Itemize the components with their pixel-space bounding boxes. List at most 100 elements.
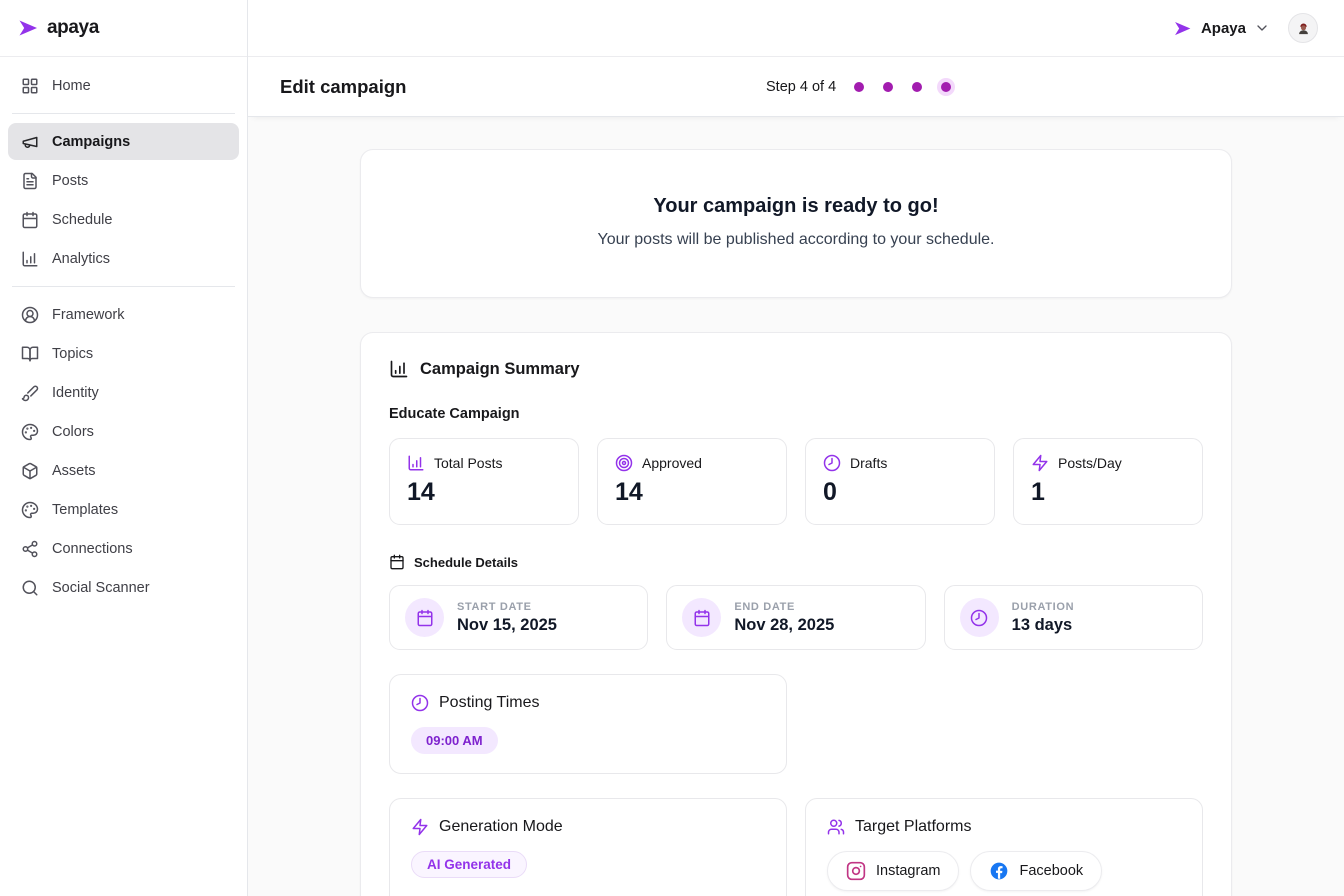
page-title: Edit campaign bbox=[280, 76, 406, 98]
book-icon bbox=[21, 345, 39, 363]
bottom-grid: Posting Times 09:00 AM bbox=[389, 674, 1203, 774]
topbar: Apaya bbox=[248, 0, 1344, 57]
clock-icon bbox=[411, 694, 429, 712]
stat-label: Approved bbox=[642, 455, 702, 471]
summary-header: Campaign Summary bbox=[389, 359, 1203, 379]
sidebar-item-label: Analytics bbox=[52, 251, 110, 267]
target-platforms-box: Target Platforms Instagram Facebook bbox=[805, 798, 1203, 896]
sidebar-item-campaigns[interactable]: Campaigns bbox=[8, 123, 239, 160]
instagram-icon bbox=[846, 861, 866, 881]
sidebar-item-analytics[interactable]: Analytics bbox=[8, 240, 239, 277]
facebook-icon bbox=[989, 861, 1009, 881]
sidebar-item-label: Framework bbox=[52, 307, 125, 323]
sidebar-item-label: Connections bbox=[52, 541, 133, 557]
calendar-icon bbox=[21, 211, 39, 229]
stat-value: 0 bbox=[823, 478, 977, 507]
schedule-details-title: Schedule Details bbox=[414, 555, 518, 570]
sidebar-nav: Home Campaigns Posts Schedule Analytics bbox=[0, 57, 247, 618]
sidebar-item-social-scanner[interactable]: Social Scanner bbox=[8, 569, 239, 606]
zap-icon bbox=[1031, 454, 1049, 472]
sidebar-item-posts[interactable]: Posts bbox=[8, 162, 239, 199]
share-icon bbox=[21, 540, 39, 558]
sidebar-item-topics[interactable]: Topics bbox=[8, 335, 239, 372]
platform-pill-instagram[interactable]: Instagram bbox=[827, 851, 959, 891]
ai-generated-badge: AI Generated bbox=[411, 851, 527, 878]
step-dot-2 bbox=[883, 82, 893, 92]
step-text: Step 4 of 4 bbox=[766, 79, 836, 95]
sidebar-item-identity[interactable]: Identity bbox=[8, 374, 239, 411]
user-photo-icon bbox=[1296, 21, 1311, 36]
sidebar-item-home[interactable]: Home bbox=[8, 67, 239, 104]
megaphone-icon bbox=[21, 133, 39, 151]
chart-icon bbox=[407, 454, 425, 472]
mode-platform-grid: Generation Mode AI Generated Target Plat… bbox=[389, 798, 1203, 896]
date-value: Nov 28, 2025 bbox=[734, 616, 834, 635]
end-date-box: END DATE Nov 28, 2025 bbox=[666, 585, 925, 650]
summary-title: Campaign Summary bbox=[420, 360, 580, 379]
platform-label: Instagram bbox=[876, 863, 940, 879]
date-value: 13 days bbox=[1012, 616, 1075, 635]
sidebar-item-label: Posts bbox=[52, 173, 88, 189]
date-label: DURATION bbox=[1012, 601, 1075, 613]
stat-label: Drafts bbox=[850, 455, 887, 471]
sidebar-item-colors[interactable]: Colors bbox=[8, 413, 239, 450]
content-scroll-area[interactable]: Your campaign is ready to go! Your posts… bbox=[248, 117, 1344, 896]
sidebar-item-label: Colors bbox=[52, 424, 94, 440]
main-area: Apaya Edit campaign Step 4 of 4 Your ca bbox=[248, 0, 1344, 896]
posting-times-box: Posting Times 09:00 AM bbox=[389, 674, 787, 774]
sidebar-item-connections[interactable]: Connections bbox=[8, 530, 239, 567]
sidebar-item-label: Topics bbox=[52, 346, 93, 362]
step-dot-3 bbox=[912, 82, 922, 92]
brand-name: apaya bbox=[47, 17, 99, 39]
stat-label: Posts/Day bbox=[1058, 455, 1122, 471]
palette-icon bbox=[21, 501, 39, 519]
search-icon bbox=[21, 579, 39, 597]
chevron-down-icon bbox=[1254, 20, 1270, 36]
avatar[interactable] bbox=[1288, 13, 1318, 43]
ready-card: Your campaign is ready to go! Your posts… bbox=[360, 149, 1232, 298]
sidebar-item-label: Identity bbox=[52, 385, 99, 401]
stat-total-posts: Total Posts 14 bbox=[389, 438, 579, 525]
platform-pill-facebook[interactable]: Facebook bbox=[970, 851, 1102, 891]
calendar-icon bbox=[693, 609, 711, 627]
ready-subtitle: Your posts will be published according t… bbox=[385, 231, 1207, 249]
stat-posts-per-day: Posts/Day 1 bbox=[1013, 438, 1203, 525]
chart-icon bbox=[21, 250, 39, 268]
target-icon bbox=[615, 454, 633, 472]
icon-chip bbox=[960, 598, 999, 637]
stats-grid: Total Posts 14 Approved 14 bbox=[389, 438, 1203, 525]
chart-icon bbox=[389, 359, 409, 379]
posting-times-title: Posting Times bbox=[439, 694, 539, 712]
schedule-details-header: Schedule Details bbox=[389, 554, 1203, 570]
arrow-play-icon bbox=[1172, 18, 1193, 39]
sidebar-divider bbox=[12, 286, 235, 287]
step-dot-1 bbox=[854, 82, 864, 92]
stat-value: 1 bbox=[1031, 478, 1185, 507]
sidebar-item-label: Schedule bbox=[52, 212, 112, 228]
sidebar-item-schedule[interactable]: Schedule bbox=[8, 201, 239, 238]
stat-value: 14 bbox=[407, 478, 561, 507]
generation-mode-box: Generation Mode AI Generated bbox=[389, 798, 787, 896]
sidebar-item-templates[interactable]: Templates bbox=[8, 491, 239, 528]
start-date-box: START DATE Nov 15, 2025 bbox=[389, 585, 648, 650]
sidebar-item-framework[interactable]: Framework bbox=[8, 296, 239, 333]
clock-icon bbox=[823, 454, 841, 472]
sidebar-item-label: Social Scanner bbox=[52, 580, 150, 596]
workspace-switcher[interactable]: Apaya bbox=[1172, 18, 1270, 39]
arrow-play-icon bbox=[16, 16, 40, 40]
users-icon bbox=[827, 818, 845, 836]
app-window: apaya Home Campaigns Posts Schedule bbox=[0, 0, 1344, 896]
palette-icon bbox=[21, 423, 39, 441]
sidebar: apaya Home Campaigns Posts Schedule bbox=[0, 0, 248, 896]
dates-grid: START DATE Nov 15, 2025 END DATE Nov 28,… bbox=[389, 585, 1203, 650]
calendar-icon bbox=[389, 554, 405, 570]
icon-chip bbox=[682, 598, 721, 637]
date-label: END DATE bbox=[734, 601, 834, 613]
sidebar-item-label: Templates bbox=[52, 502, 118, 518]
sidebar-item-assets[interactable]: Assets bbox=[8, 452, 239, 489]
sidebar-item-label: Assets bbox=[52, 463, 96, 479]
date-label: START DATE bbox=[457, 601, 557, 613]
platform-label: Facebook bbox=[1019, 863, 1083, 879]
duration-box: DURATION 13 days bbox=[944, 585, 1203, 650]
brand-logo[interactable]: apaya bbox=[0, 0, 247, 57]
